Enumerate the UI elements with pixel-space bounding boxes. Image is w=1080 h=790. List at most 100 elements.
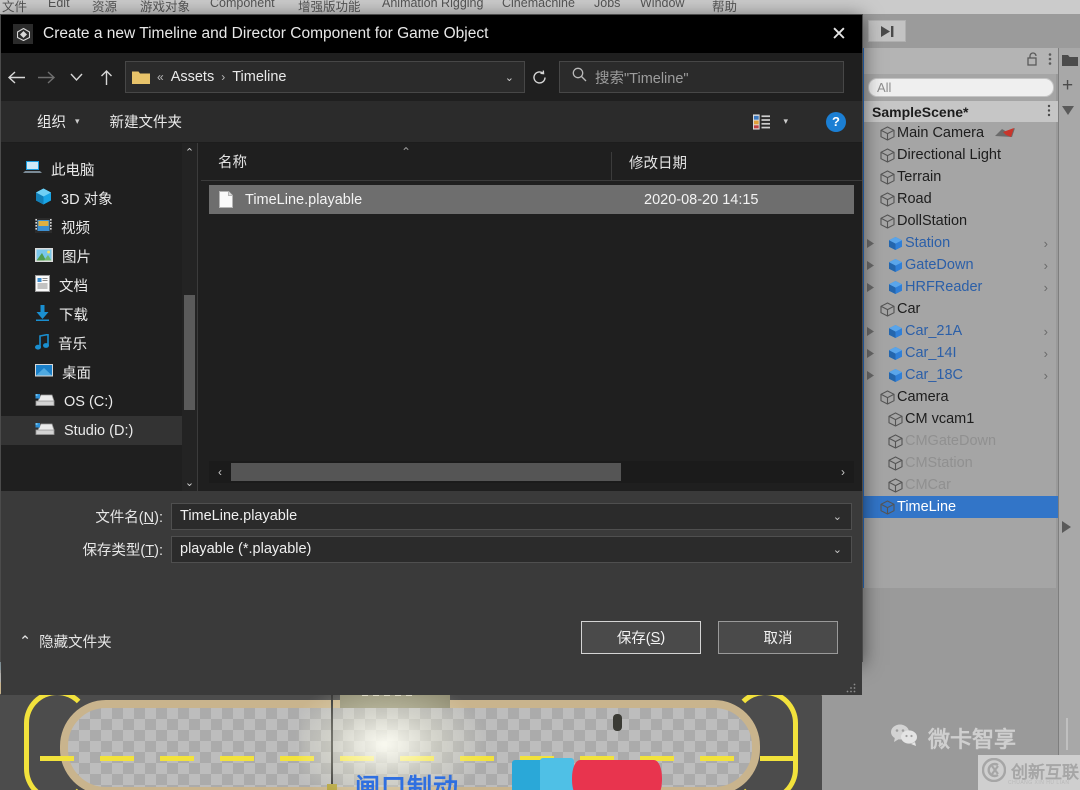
hierarchy-item-Car_18C[interactable]: Car_18C › xyxy=(864,364,1058,386)
triangle-right-icon[interactable] xyxy=(864,282,877,292)
chevron-down-icon[interactable] xyxy=(61,61,91,93)
menu-item-1[interactable]: Edit xyxy=(48,0,70,10)
column-header-modified[interactable]: 修改日期 xyxy=(611,152,687,180)
command-bar: 组织 ▾ 新建文件夹 ▾ ? xyxy=(1,101,862,143)
menu-item-6[interactable]: Animation Rigging xyxy=(382,0,483,10)
search-box[interactable]: 搜索"Timeline" xyxy=(559,61,844,93)
breadcrumb-timeline[interactable]: Timeline xyxy=(228,67,290,87)
menu-item-7[interactable]: Cinemachine xyxy=(502,0,575,10)
hierarchy-item-Road[interactable]: Road xyxy=(864,188,1058,210)
address-bar[interactable]: « Assets › Timeline ⌄ xyxy=(125,61,525,93)
triangle-right-icon[interactable] xyxy=(864,260,877,270)
hierarchy-item-HRFReader[interactable]: HRFReader › xyxy=(864,276,1058,298)
scroll-down-icon[interactable]: ⌄ xyxy=(182,473,197,491)
hierarchy-item-Main-Camera[interactable]: Main Camera xyxy=(864,122,1058,144)
sidebar-item-文档[interactable]: 文档 xyxy=(1,271,197,300)
menu-item-0[interactable]: 文件 xyxy=(2,0,27,14)
hierarchy-item-CMStation[interactable]: CMStation xyxy=(864,452,1058,474)
menu-item-8[interactable]: Jobs xyxy=(594,0,620,10)
hscroll-right-icon[interactable]: › xyxy=(832,465,854,479)
scroll-up-icon[interactable]: ⌃ xyxy=(182,143,197,161)
filename-dropdown-icon[interactable]: ⌄ xyxy=(833,510,851,523)
refresh-icon[interactable] xyxy=(525,61,553,93)
triangle-right-icon[interactable] xyxy=(864,238,877,248)
chevron-right-icon[interactable]: › xyxy=(1044,368,1048,383)
chevron-right-icon[interactable]: › xyxy=(1044,346,1048,361)
hierarchy-item-Directional-Light[interactable]: Directional Light xyxy=(864,144,1058,166)
address-dropdown-icon[interactable]: ⌄ xyxy=(505,71,520,84)
arrow-right-icon[interactable] xyxy=(31,61,61,93)
breadcrumb-assets[interactable]: Assets xyxy=(167,67,219,87)
new-folder-button[interactable]: 新建文件夹 xyxy=(104,111,189,132)
organize-caret-icon[interactable]: ▾ xyxy=(75,116,80,127)
sidebar-item-视频[interactable]: 视频 xyxy=(1,213,197,242)
hide-folders-toggle[interactable]: ⌃ 隐藏文件夹 xyxy=(19,631,112,652)
filename-input[interactable]: TimeLine.playable ⌄ xyxy=(171,502,852,530)
hierarchy-item-TimeLine[interactable]: TimeLine xyxy=(864,496,1058,518)
sidebar-item-OS (C:)[interactable]: OS (C:) xyxy=(1,387,197,416)
arrow-up-icon[interactable] xyxy=(91,61,121,93)
kebab-menu-icon[interactable] xyxy=(1048,52,1052,71)
triangle-right-icon[interactable] xyxy=(864,370,877,380)
triangle-right-icon[interactable] xyxy=(864,348,877,358)
triangle-right-icon[interactable] xyxy=(1062,520,1071,538)
table-row[interactable]: TimeLine.playable 2020-08-20 14:15 xyxy=(209,185,854,214)
hscroll-left-icon[interactable]: ‹ xyxy=(209,465,231,479)
resize-grip[interactable] xyxy=(846,680,856,693)
chevron-right-icon[interactable]: › xyxy=(1044,236,1048,251)
sidebar-item-此电脑[interactable]: 此电脑 xyxy=(1,155,197,184)
menu-item-10[interactable]: 帮助 xyxy=(712,0,737,14)
hierarchy-item-Car_21A[interactable]: Car_21A › xyxy=(864,320,1058,342)
triangle-right-icon[interactable] xyxy=(864,326,877,336)
savetype-dropdown-icon[interactable]: ⌄ xyxy=(833,543,851,556)
view-list-icon[interactable] xyxy=(753,114,771,130)
dialog-title-bar[interactable]: Create a new Timeline and Director Compo… xyxy=(1,15,862,53)
save-button[interactable]: 保存(S) xyxy=(581,621,701,654)
menu-item-3[interactable]: 游戏对象 xyxy=(140,0,190,14)
play-step-icon[interactable] xyxy=(868,20,906,42)
hierarchy-item-CMGateDown[interactable]: CMGateDown xyxy=(864,430,1058,452)
scene-kebab-icon[interactable] xyxy=(1047,104,1051,120)
organize-button[interactable]: 组织 xyxy=(31,111,72,132)
lock-open-icon[interactable] xyxy=(1027,51,1039,71)
cancel-button[interactable]: 取消 xyxy=(718,621,838,654)
sidebar-scrollbar[interactable]: ⌃ ⌄ xyxy=(182,143,197,491)
hierarchy-item-Camera[interactable]: Camera xyxy=(864,386,1058,408)
hierarchy-item-CMCar[interactable]: CMCar xyxy=(864,474,1058,496)
view-caret-icon[interactable]: ▾ xyxy=(783,116,788,127)
search-input[interactable]: 搜索"Timeline" xyxy=(595,67,689,88)
menu-item-9[interactable]: Window xyxy=(640,0,684,10)
close-icon[interactable]: ✕ xyxy=(816,15,862,53)
hierarchy-item-Car_14I[interactable]: Car_14I › xyxy=(864,342,1058,364)
sidebar-item-下载[interactable]: 下载 xyxy=(1,300,197,329)
menu-item-2[interactable]: 资源 xyxy=(92,0,117,14)
chevron-right-icon[interactable]: › xyxy=(1044,258,1048,273)
triangle-down-icon[interactable] xyxy=(1062,102,1074,120)
hierarchy-item-Terrain[interactable]: Terrain xyxy=(864,166,1058,188)
hierarchy-item-Station[interactable]: Station › xyxy=(864,232,1058,254)
sidebar-item-图片[interactable]: 图片 xyxy=(1,242,197,271)
hierarchy-item-Car[interactable]: Car xyxy=(864,298,1058,320)
help-icon[interactable]: ? xyxy=(826,111,846,132)
hierarchy-item-DollStation[interactable]: DollStation xyxy=(864,210,1058,232)
sidebar-item-Studio (D:)[interactable]: Studio (D:) xyxy=(1,416,197,445)
chevron-right-icon[interactable]: › xyxy=(1044,324,1048,339)
sidebar-item-3D 对象[interactable]: 3D 对象 xyxy=(1,184,197,213)
scene-row[interactable]: SampleScene* xyxy=(864,101,1058,122)
hierarchy-search-input[interactable]: All xyxy=(868,78,1054,97)
chevron-right-icon[interactable]: › xyxy=(1044,280,1048,295)
hierarchy-item-GateDown[interactable]: GateDown › xyxy=(864,254,1058,276)
menu-item-4[interactable]: Component xyxy=(210,0,275,10)
column-header-name[interactable]: 名称 ⌃ xyxy=(201,145,611,180)
plus-icon[interactable]: + xyxy=(1062,76,1073,95)
file-list-hscrollbar[interactable]: ‹ › xyxy=(209,461,854,483)
arrow-left-icon[interactable] xyxy=(1,61,31,93)
sidebar-item-音乐[interactable]: 音乐 xyxy=(1,329,197,358)
folder-icon[interactable] xyxy=(1062,54,1078,72)
hierarchy-item-CM-vcam1[interactable]: CM vcam1 xyxy=(864,408,1058,430)
menu-item-5[interactable]: 增强版功能 xyxy=(298,0,361,14)
scrollbar-thumb[interactable] xyxy=(184,295,195,410)
hscrollbar-thumb[interactable] xyxy=(231,463,621,481)
sidebar-item-桌面[interactable]: 桌面 xyxy=(1,358,197,387)
savetype-select[interactable]: playable (*.playable) ⌄ xyxy=(171,535,852,563)
